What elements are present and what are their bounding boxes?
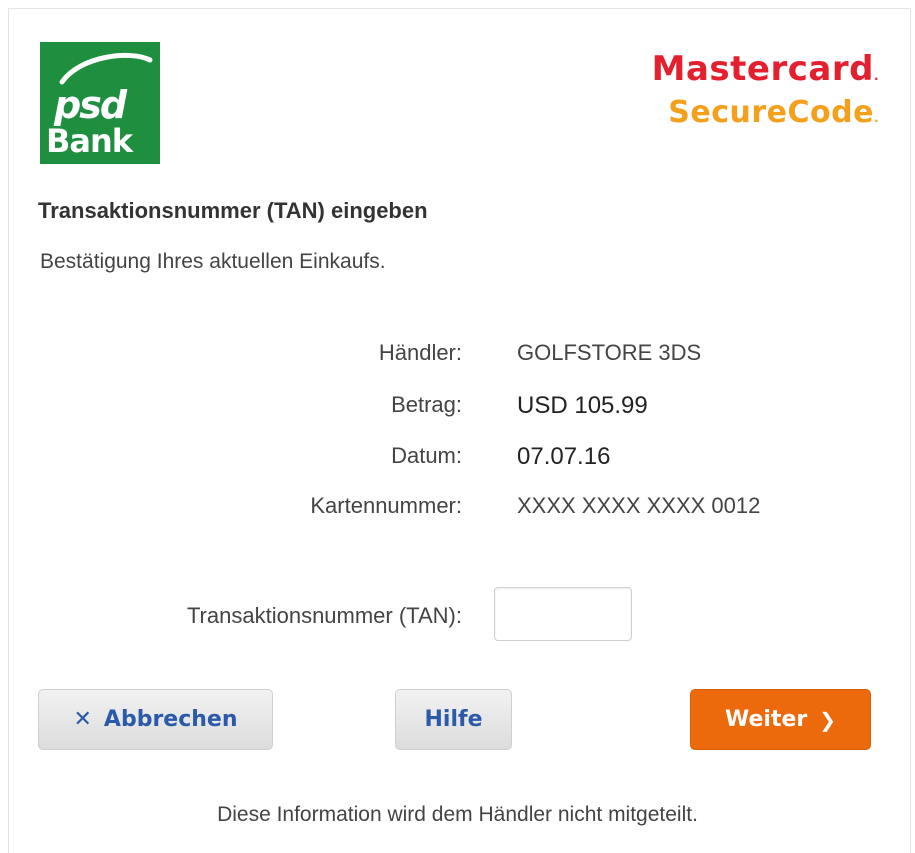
mastercard-securecode-logo: Mastercard. SecureCode.	[651, 49, 879, 130]
psd-bank-logo: psd Bank	[40, 42, 160, 164]
tan-label: Transaktionsnummer (TAN):	[186, 603, 462, 628]
next-button-label: Weiter	[725, 707, 808, 732]
page-subtitle: Bestätigung Ihres aktuellen Einkaufs.	[40, 250, 386, 273]
card-number-value: XXXX XXXX XXXX 0012	[517, 493, 761, 518]
help-button-label: Hilfe	[424, 707, 483, 732]
brand-line2: SecureCode	[668, 95, 874, 130]
logo-word: Bank	[46, 122, 133, 160]
date-label: Datum:	[391, 443, 462, 468]
card-number-label: Kartennummer:	[310, 493, 462, 518]
cancel-button-label: Abbrechen	[103, 707, 238, 732]
date-value: 07.07.16	[517, 443, 611, 470]
help-button[interactable]: Hilfe	[395, 689, 512, 750]
detail-row-date: Datum: 07.07.16	[0, 443, 915, 483]
next-button[interactable]: Weiter ❯	[690, 689, 871, 750]
amount-value: USD 105.99	[517, 392, 648, 419]
brand-line1: Mastercard	[651, 49, 874, 89]
privacy-note: Diese Information wird dem Händler nicht…	[217, 803, 698, 826]
detail-row-merchant: Händler: GOLFSTORE 3DS	[0, 340, 915, 380]
tan-input[interactable]	[494, 587, 632, 641]
close-icon: ✕	[73, 706, 92, 732]
amount-label: Betrag:	[391, 392, 462, 417]
merchant-label: Händler:	[378, 340, 462, 365]
merchant-value: GOLFSTORE 3DS	[517, 340, 702, 365]
page-title: Transaktionsnummer (TAN) eingeben	[38, 198, 428, 223]
detail-row-amount: Betrag: USD 105.99	[0, 392, 915, 432]
cancel-button[interactable]: ✕ Abbrechen	[38, 689, 273, 750]
chevron-right-icon: ❯	[819, 707, 836, 732]
detail-row-card: Kartennummer: XXXX XXXX XXXX 0012	[0, 493, 915, 533]
svg-text:psd: psd	[53, 83, 128, 127]
